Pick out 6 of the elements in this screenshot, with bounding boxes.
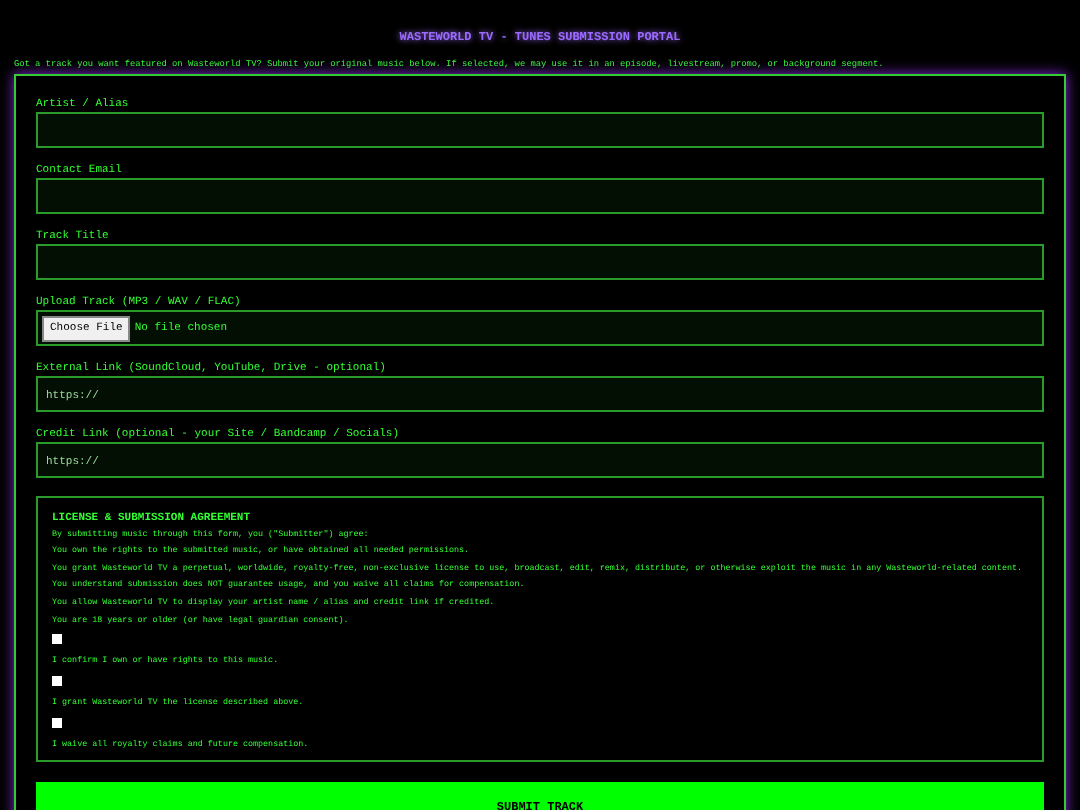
text-field[interactable] xyxy=(36,112,1044,148)
checkbox[interactable] xyxy=(52,634,62,645)
text-field[interactable] xyxy=(36,178,1044,214)
text-field[interactable] xyxy=(36,244,1044,280)
checkbox[interactable] xyxy=(52,676,62,687)
checkbox[interactable] xyxy=(52,718,62,729)
